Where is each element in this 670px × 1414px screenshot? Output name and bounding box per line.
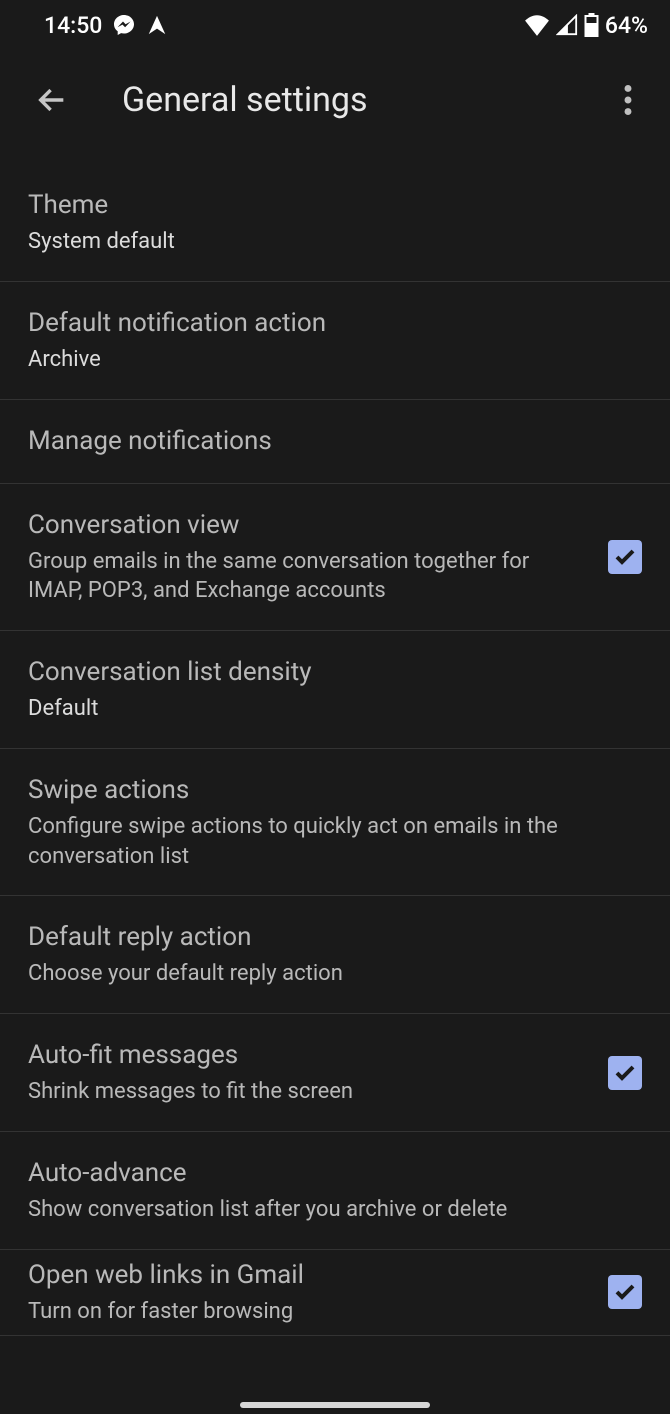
signal-icon <box>556 14 578 36</box>
setting-manage-notifications[interactable]: Manage notifications <box>0 400 670 484</box>
setting-title: Auto-fit messages <box>28 1038 588 1073</box>
setting-description: Show conversation list after you archive… <box>28 1195 622 1225</box>
status-bar: 14:50 64% <box>0 0 670 50</box>
open-web-links-checkbox[interactable] <box>608 1275 642 1309</box>
setting-description: Group emails in the same conversation to… <box>28 547 588 606</box>
setting-default-notification-action[interactable]: Default notification action Archive <box>0 282 670 400</box>
app-bar: General settings <box>0 50 670 150</box>
check-icon <box>613 1280 637 1304</box>
setting-auto-advance[interactable]: Auto-advance Show conversation list afte… <box>0 1132 670 1250</box>
setting-value: System default <box>28 227 622 257</box>
setting-title: Default reply action <box>28 920 622 955</box>
status-battery-pct: 64% <box>605 12 648 39</box>
check-icon <box>613 545 637 569</box>
setting-conversation-list-density[interactable]: Conversation list density Default <box>0 631 670 749</box>
setting-title: Conversation list density <box>28 655 622 690</box>
setting-description: Choose your default reply action <box>28 959 622 989</box>
setting-auto-fit-messages[interactable]: Auto-fit messages Shrink messages to fit… <box>0 1014 670 1132</box>
settings-list: Theme System default Default notificatio… <box>0 164 670 1336</box>
battery-icon <box>584 13 599 37</box>
setting-description: Configure swipe actions to quickly act o… <box>28 812 622 871</box>
setting-title: Swipe actions <box>28 773 622 808</box>
overflow-menu-button[interactable] <box>604 76 652 124</box>
check-icon <box>613 1061 637 1085</box>
setting-open-web-links[interactable]: Open web links in Gmail Turn on for fast… <box>0 1250 670 1336</box>
wifi-icon <box>524 14 550 36</box>
setting-title: Open web links in Gmail <box>28 1258 588 1293</box>
page-title: General settings <box>122 80 604 120</box>
auto-fit-checkbox[interactable] <box>608 1056 642 1090</box>
back-button[interactable] <box>28 76 76 124</box>
status-left: 14:50 <box>44 12 168 39</box>
setting-description: Turn on for faster browsing <box>28 1297 588 1327</box>
more-vert-icon <box>624 85 632 115</box>
setting-description: Shrink messages to fit the screen <box>28 1077 588 1107</box>
conversation-view-checkbox[interactable] <box>608 540 642 574</box>
setting-title: Conversation view <box>28 508 588 543</box>
messenger-icon <box>112 13 136 37</box>
setting-theme[interactable]: Theme System default <box>0 164 670 282</box>
send-icon <box>146 14 168 36</box>
setting-title: Manage notifications <box>28 424 622 459</box>
setting-value: Default <box>28 694 622 724</box>
setting-title: Default notification action <box>28 306 622 341</box>
setting-title: Auto-advance <box>28 1156 622 1191</box>
setting-conversation-view[interactable]: Conversation view Group emails in the sa… <box>0 484 670 631</box>
setting-title: Theme <box>28 188 622 223</box>
status-right: 64% <box>524 12 648 39</box>
status-time: 14:50 <box>44 12 102 39</box>
setting-swipe-actions[interactable]: Swipe actions Configure swipe actions to… <box>0 749 670 896</box>
setting-default-reply-action[interactable]: Default reply action Choose your default… <box>0 896 670 1014</box>
navigation-handle[interactable] <box>240 1402 430 1408</box>
arrow-left-icon <box>35 83 69 117</box>
setting-value: Archive <box>28 345 622 375</box>
